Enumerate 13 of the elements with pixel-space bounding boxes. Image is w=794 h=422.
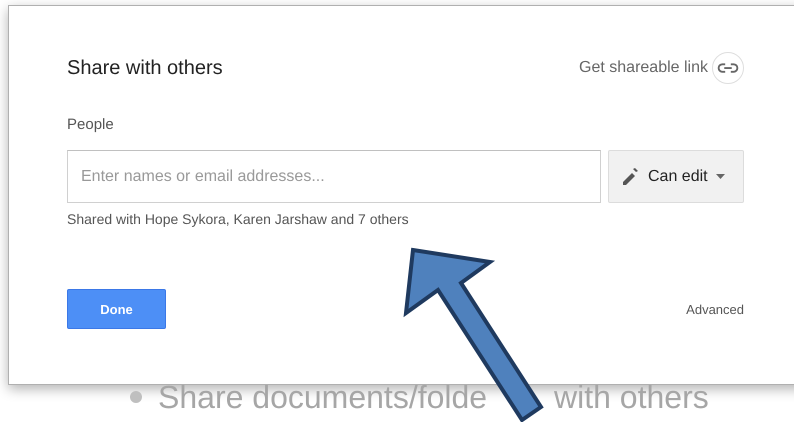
slide-bullet-text: Share documents/folde [158, 381, 488, 413]
permission-dropdown[interactable]: Can edit [608, 150, 744, 203]
slide-bullet-text: with others [554, 381, 709, 413]
shared-with-text: Shared with Hope Sykora, Karen Jarshaw and 7 others [67, 211, 410, 227]
bullet-dot [130, 391, 142, 403]
link-icon [712, 52, 744, 84]
advanced-link[interactable]: Advanced [686, 302, 744, 316]
shareable-link-button[interactable]: Get shareable link [579, 52, 744, 84]
pencil-icon [622, 168, 640, 186]
people-label: People [67, 116, 115, 133]
caret-icon [716, 174, 725, 179]
people-input-field[interactable]: Enter names or email addresses... [67, 150, 601, 203]
dialog-title: Share with others [67, 56, 223, 80]
